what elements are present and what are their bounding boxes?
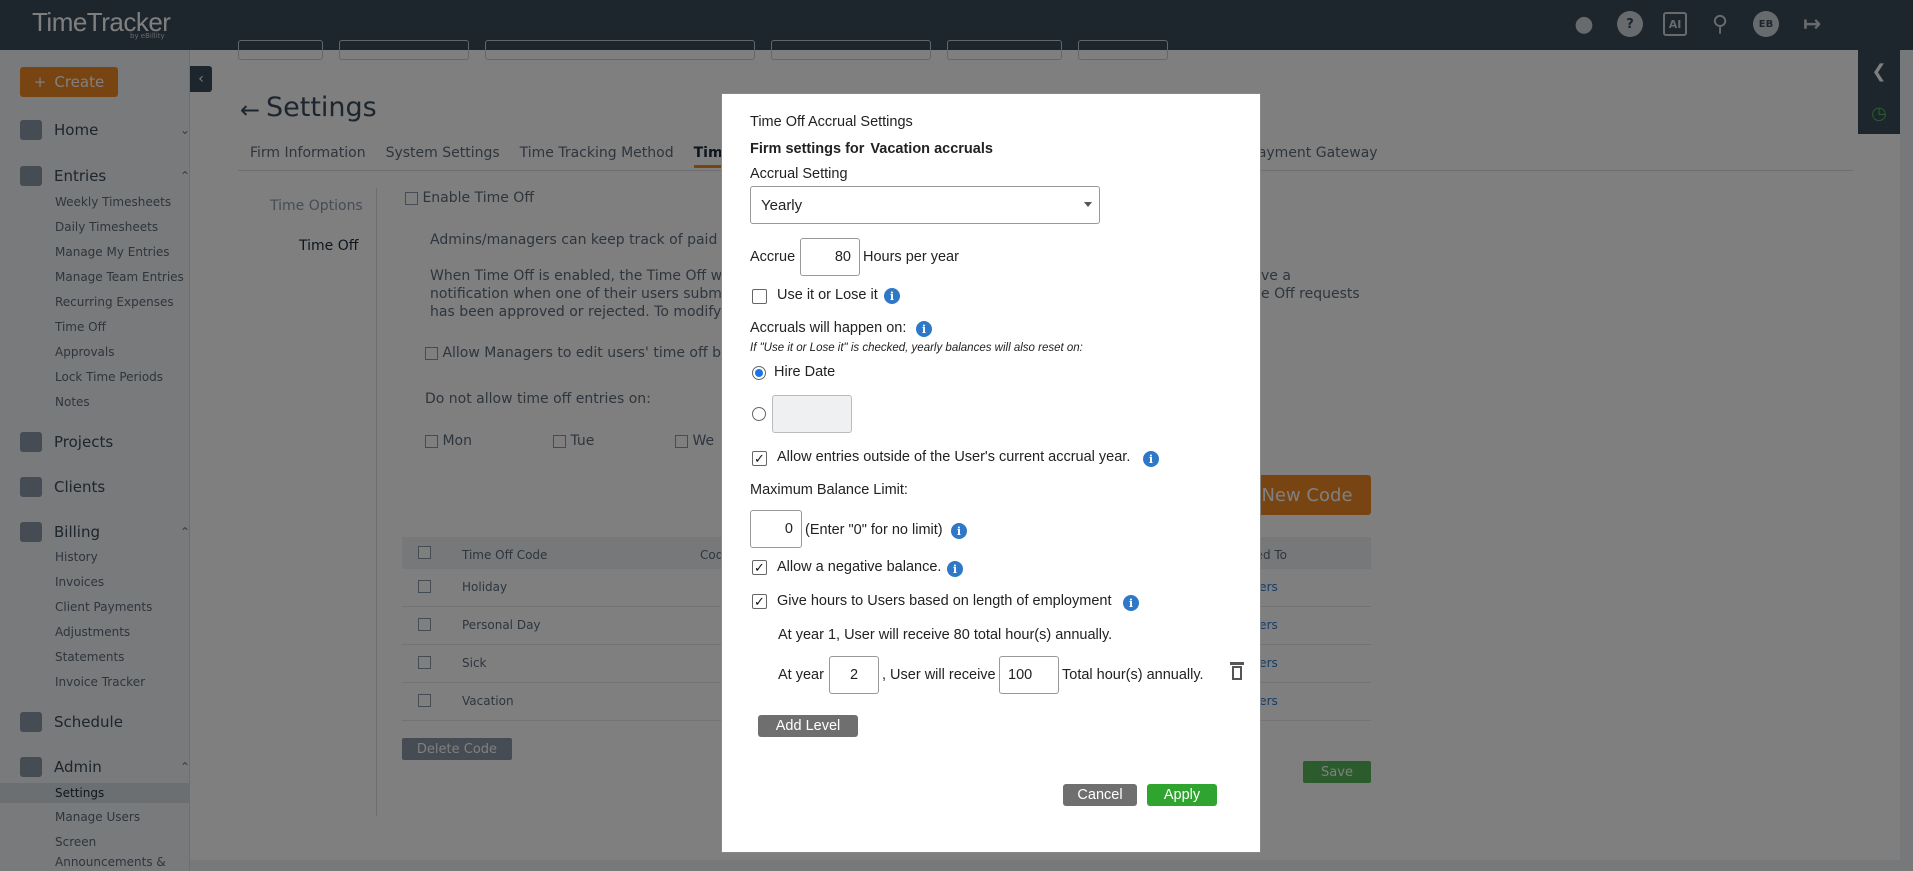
trash-icon[interactable] bbox=[1230, 662, 1244, 680]
dropdown-arrow-icon bbox=[1084, 202, 1092, 207]
modal-title: Time Off Accrual Settings bbox=[750, 114, 913, 130]
give-hours-checkbox[interactable]: ✓ bbox=[752, 594, 767, 609]
allow-outside-accrual-checkbox[interactable]: ✓ bbox=[752, 451, 767, 466]
add-level-button[interactable]: Add Level bbox=[758, 715, 858, 737]
year-one-summary: At year 1, User will receive 80 total ho… bbox=[778, 627, 1113, 643]
allow-negative-checkbox[interactable]: ✓ bbox=[752, 560, 767, 575]
max-balance-label: Maximum Balance Limit: bbox=[750, 482, 908, 498]
give-hours-label: Give hours to Users based on length of e… bbox=[777, 593, 1112, 609]
info-icon[interactable]: i bbox=[884, 288, 900, 304]
cancel-button[interactable]: Cancel bbox=[1063, 784, 1137, 806]
hire-date-label: Hire Date bbox=[774, 364, 836, 380]
accrual-setting-select[interactable]: Yearly bbox=[750, 186, 1100, 224]
max-balance-hint: (Enter "0" for no limit) bbox=[805, 522, 943, 538]
accrue-unit-label: Hours per year bbox=[863, 249, 959, 265]
info-icon[interactable]: i bbox=[947, 561, 963, 577]
accrual-setting-label: Accrual Setting bbox=[750, 166, 848, 182]
accrue-hours-input[interactable]: 80 bbox=[800, 238, 860, 276]
use-it-or-lose-it-note: If "Use it or Lose it" is checked, yearl… bbox=[750, 342, 1083, 354]
hire-date-radio[interactable] bbox=[752, 366, 766, 380]
accruals-happen-label: Accruals will happen on: bbox=[750, 320, 907, 336]
accrue-label: Accrue bbox=[750, 249, 796, 265]
firm-settings-prefix: Firm settings for bbox=[750, 141, 865, 157]
at-year-input[interactable]: 2 bbox=[829, 656, 879, 694]
accrual-setting-value: Yearly bbox=[761, 197, 803, 214]
info-icon[interactable]: i bbox=[1123, 595, 1139, 611]
firm-settings-suffix: accruals bbox=[934, 141, 993, 157]
info-icon[interactable]: i bbox=[916, 321, 932, 337]
use-it-or-lose-it-checkbox[interactable] bbox=[752, 289, 767, 304]
custom-date-input[interactable] bbox=[772, 395, 852, 433]
total-hours-label: Total hour(s) annually. bbox=[1062, 667, 1204, 683]
firm-settings-type: Vacation bbox=[870, 141, 931, 157]
will-receive-label: , User will receive bbox=[882, 667, 996, 683]
info-icon[interactable]: i bbox=[1143, 451, 1159, 467]
trash-body bbox=[1232, 666, 1242, 680]
max-balance-input[interactable]: 0 bbox=[750, 510, 802, 548]
accrual-settings-modal: Time Off Accrual Settings Firm settings … bbox=[721, 93, 1261, 853]
custom-date-radio[interactable] bbox=[752, 407, 766, 421]
allow-outside-accrual-label: Allow entries outside of the User's curr… bbox=[777, 449, 1131, 465]
use-it-or-lose-it-label: Use it or Lose it bbox=[777, 287, 878, 303]
at-year-label: At year bbox=[778, 667, 824, 683]
apply-button[interactable]: Apply bbox=[1147, 784, 1217, 806]
will-receive-input[interactable]: 100 bbox=[999, 656, 1059, 694]
allow-negative-label: Allow a negative balance. bbox=[777, 559, 942, 575]
trash-lid bbox=[1230, 662, 1244, 665]
info-icon[interactable]: i bbox=[951, 523, 967, 539]
firm-settings-heading: Firm settings for Vacation accruals bbox=[750, 141, 993, 157]
